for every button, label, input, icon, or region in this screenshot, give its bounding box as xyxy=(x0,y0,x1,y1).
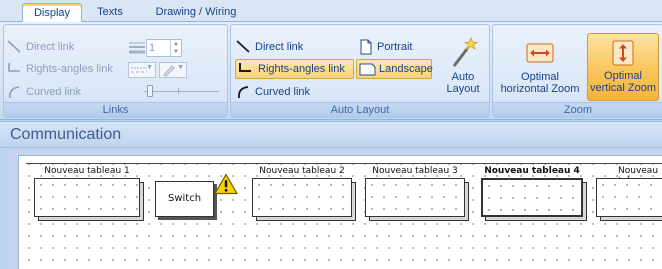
zoom-group-label: Zoom xyxy=(493,102,662,117)
document-title-bar: Communication xyxy=(0,121,662,148)
slider-tick xyxy=(178,88,179,94)
line-width-icon xyxy=(129,42,145,54)
board-side xyxy=(465,182,469,221)
dash-style-icon xyxy=(131,67,147,73)
auto-rights-angles-link-button[interactable]: Rights-angles link xyxy=(235,59,354,79)
tab-texts[interactable]: Texts xyxy=(88,3,132,22)
links-curved-link-label: Curved link xyxy=(26,86,82,98)
tab-display[interactable]: Display xyxy=(22,3,82,22)
document-title: Communication xyxy=(10,126,122,143)
board-side xyxy=(583,182,587,221)
board-nouveau-tableau-1[interactable]: Nouveau tableau 1 xyxy=(34,166,144,221)
auto-layout-label-line2: Layout xyxy=(446,83,480,95)
warning-icon[interactable] xyxy=(214,173,238,195)
portrait-label: Portrait xyxy=(377,41,413,53)
auto-curved-link-button[interactable]: Curved link xyxy=(233,82,310,102)
board-depth xyxy=(600,217,662,221)
zoom-group: Optimal horizontal Zoom Optimal vertical… xyxy=(492,24,662,118)
landscape-label: Landscape xyxy=(379,63,433,75)
switch-device[interactable]: Switch xyxy=(155,181,214,217)
board-depth xyxy=(485,217,587,221)
board-body xyxy=(481,178,583,217)
board-side xyxy=(352,182,356,221)
link-tension-slider-track xyxy=(144,91,219,92)
pencil-icon xyxy=(163,65,175,77)
ribbon: Direct link Rights-angles link Curved li… xyxy=(0,22,662,120)
auto-layout-group: Direct link Rights-angles link Curved li… xyxy=(230,24,490,118)
tab-drawing-wiring[interactable]: Drawing / Wiring xyxy=(140,3,252,22)
auto-layout-button[interactable]: Auto Layout xyxy=(439,33,487,99)
board-depth xyxy=(256,217,356,221)
board-depth xyxy=(38,217,144,221)
board-side xyxy=(140,182,144,221)
board-body xyxy=(596,178,662,217)
rights-angles-link-icon xyxy=(239,63,251,72)
line-color-dropdown[interactable]: ▼ xyxy=(159,62,187,78)
board-nouveau-tableau-2[interactable]: Nouveau tableau 2 xyxy=(252,166,356,221)
portrait-page-icon xyxy=(360,39,372,55)
line-width-spinner[interactable]: 1 ▲ ▼ xyxy=(146,39,182,57)
auto-rights-angles-link-label: Rights-angles link xyxy=(258,63,345,75)
chevron-down-icon: ▼ xyxy=(177,64,184,71)
direct-link-icon xyxy=(7,40,21,53)
board-title: Nouveau tableau 4 xyxy=(484,166,580,176)
link-tension-slider-thumb[interactable] xyxy=(147,85,153,97)
optimal-horizontal-zoom-label-line2: horizontal Zoom xyxy=(500,83,580,95)
switch-label: Switch xyxy=(167,193,202,204)
line-style-dropdown[interactable]: ▼ xyxy=(128,62,156,78)
board-title: Nouveau tableau 1 xyxy=(44,166,130,176)
board-body xyxy=(252,178,352,217)
board-title: Nouveau tableau 3 xyxy=(372,166,458,176)
board-nouveau-tableau-3[interactable]: Nouveau tableau 3 xyxy=(365,166,469,221)
links-rights-angles-link-button[interactable]: Rights-angles link xyxy=(4,59,113,79)
links-curved-link-button[interactable]: Curved link xyxy=(4,82,81,102)
spinner-arrows-icon[interactable]: ▲ ▼ xyxy=(170,40,181,56)
board-body xyxy=(34,178,140,217)
optimal-vertical-zoom-label-line1: Optimal xyxy=(604,70,642,82)
auto-direct-link-label: Direct link xyxy=(255,41,304,53)
magic-wand-icon xyxy=(452,37,478,67)
links-rights-angles-link-label: Rights-angles link xyxy=(26,63,113,75)
auto-curved-link-label: Curved link xyxy=(255,86,311,98)
links-group-label: Links xyxy=(4,102,227,117)
horizontal-zoom-icon xyxy=(526,43,554,63)
links-direct-link-label: Direct link xyxy=(26,41,75,53)
landscape-button[interactable]: Landscape xyxy=(356,59,433,79)
vertical-zoom-icon xyxy=(612,40,634,66)
ribbon-tab-bar: Display Texts Drawing / Wiring xyxy=(0,0,662,22)
landscape-page-icon xyxy=(359,63,376,76)
optimal-vertical-zoom-button[interactable]: Optimal vertical Zoom xyxy=(587,33,659,101)
curved-link-icon xyxy=(9,86,20,99)
optimal-horizontal-zoom-button[interactable]: Optimal horizontal Zoom xyxy=(495,33,585,101)
board-nouveau-tableau-4[interactable]: Nouveau tableau 4 xyxy=(481,166,587,221)
chevron-down-icon: ▼ xyxy=(146,64,153,71)
auto-layout-label-line1: Auto xyxy=(451,71,475,83)
board-body xyxy=(365,178,465,217)
optimal-vertical-zoom-label-line2: vertical Zoom xyxy=(589,82,657,94)
direct-link-icon xyxy=(236,40,250,53)
board-depth xyxy=(369,217,469,221)
rights-angles-link-icon xyxy=(8,63,20,72)
auto-layout-group-label: Auto Layout xyxy=(231,102,489,117)
line-width-value: 1 xyxy=(149,42,156,54)
auto-direct-link-button[interactable]: Direct link xyxy=(233,37,303,57)
links-direct-link-button[interactable]: Direct link xyxy=(4,37,74,57)
links-group: Direct link Rights-angles link Curved li… xyxy=(3,24,228,118)
optimal-horizontal-zoom-label-line1: Optimal xyxy=(521,71,559,83)
board-title: Nouveau tableau 2 xyxy=(259,166,345,176)
board-nouveau-tableau-5[interactable]: Nouveau tab xyxy=(596,166,662,221)
curved-link-icon xyxy=(238,86,249,99)
portrait-button[interactable]: Portrait xyxy=(355,37,412,57)
